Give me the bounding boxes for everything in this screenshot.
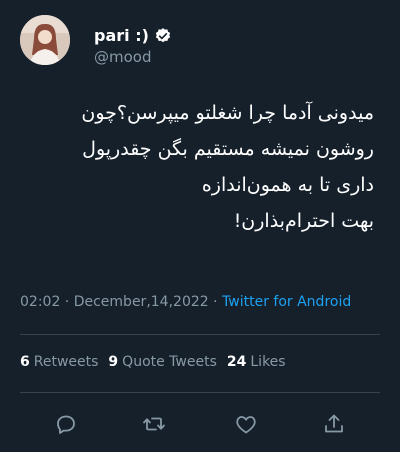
tweet-line: بهت احترام‌بذارن! bbox=[233, 210, 374, 232]
share-icon[interactable] bbox=[322, 412, 346, 436]
user-name[interactable]: pari :) bbox=[94, 26, 149, 45]
tweet-line: داری تا به همون‌اندازه bbox=[201, 174, 374, 196]
retweet-icon[interactable] bbox=[142, 412, 166, 436]
likes-stat[interactable]: 24 Likes bbox=[227, 354, 286, 370]
retweets-count: 6 bbox=[20, 354, 30, 370]
tweet-text: میدونی آدما چرا شغلتو میپرسن؟چون روشون ن… bbox=[14, 95, 374, 239]
tweet-date: December,14,2022 bbox=[73, 294, 209, 310]
tweet-line: روشون نمیشه مستقیم بگن چقدرپول bbox=[82, 138, 374, 160]
quotes-label: Quote Tweets bbox=[122, 354, 217, 370]
verified-badge-icon bbox=[155, 27, 171, 42]
tweet-time: 02:02 bbox=[20, 294, 61, 310]
tweet-line: میدونی آدما چرا شغلتو میپرسن؟چون bbox=[81, 102, 374, 124]
meta-separator: · bbox=[60, 294, 74, 310]
divider bbox=[20, 392, 380, 393]
likes-count: 24 bbox=[226, 354, 247, 370]
meta-separator: · bbox=[208, 294, 223, 310]
likes-label: Likes bbox=[250, 354, 286, 370]
user-header: pari :) bbox=[94, 26, 172, 45]
retweets-label: Retweets bbox=[33, 354, 99, 370]
retweets-stat[interactable]: 6 Retweets bbox=[20, 354, 98, 370]
avatar[interactable] bbox=[20, 15, 70, 65]
reply-icon[interactable] bbox=[54, 412, 78, 436]
tweet-meta: 02:02 · December,14,2022 · Twitter for A… bbox=[20, 294, 351, 310]
like-icon[interactable] bbox=[234, 412, 258, 436]
tweet-source-link[interactable]: Twitter for Android bbox=[222, 294, 351, 310]
divider bbox=[20, 334, 380, 335]
action-bar bbox=[0, 398, 400, 446]
user-handle[interactable]: @mood bbox=[94, 48, 152, 66]
tweet-stats: 6 Retweets 9 Quote Tweets 24 Likes bbox=[20, 354, 286, 370]
quotes-stat[interactable]: 9 Quote Tweets bbox=[108, 354, 216, 370]
quotes-count: 9 bbox=[108, 354, 119, 370]
